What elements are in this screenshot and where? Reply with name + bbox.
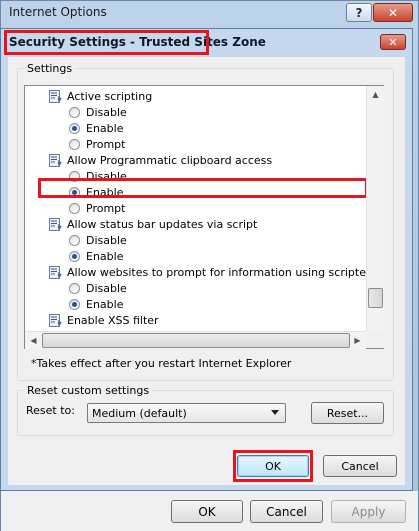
reset-group-label: Reset custom settings xyxy=(24,384,153,397)
settings-listbox[interactable]: Active scripting Disable Enable Prompt Allow… xyxy=(24,85,384,349)
setting-icon xyxy=(49,153,63,167)
setting-option[interactable]: Prompt xyxy=(69,136,125,152)
scroll-right-arrow-icon[interactable]: ▶ xyxy=(349,332,366,349)
setting-label: Enable xyxy=(86,297,124,311)
setting-label: Prompt xyxy=(86,201,126,215)
setting-option[interactable]: Disable xyxy=(69,104,127,120)
setting-label: Disable xyxy=(86,105,127,119)
setting-label: Active scripting xyxy=(67,89,153,103)
radio-unselected[interactable] xyxy=(69,106,80,118)
reset-to-label: Reset to: xyxy=(26,404,75,417)
scroll-up-arrow-icon[interactable]: ▲ xyxy=(367,86,384,103)
ok-highlight-box xyxy=(233,450,313,482)
title-highlight-box xyxy=(4,30,209,55)
settings-group-label: Settings xyxy=(24,62,76,75)
setting-label: Prompt xyxy=(86,137,126,151)
clipboard-enable-highlight-box xyxy=(38,178,368,198)
setting-icon xyxy=(49,265,63,279)
radio-unselected[interactable] xyxy=(69,202,80,214)
parent-close-button[interactable]: ✕ xyxy=(373,3,413,22)
parent-apply-button[interactable]: Apply xyxy=(331,500,406,523)
radio-selected[interactable] xyxy=(69,250,80,262)
scrollbar-corner xyxy=(366,331,383,348)
radio-selected[interactable] xyxy=(69,122,80,134)
setting-option[interactable]: Disable xyxy=(69,280,127,296)
parent-ok-button[interactable]: OK xyxy=(171,500,243,523)
vertical-scrollbar[interactable]: ▲ ▼ xyxy=(366,86,384,348)
help-button[interactable]: ? xyxy=(346,3,372,22)
reset-button[interactable]: Reset... xyxy=(311,402,384,424)
setting-icon xyxy=(49,313,63,327)
setting-label: Enable XSS filter xyxy=(67,313,159,327)
setting-label: Disable xyxy=(86,233,127,247)
setting-label: Allow websites to prompt for information… xyxy=(67,265,384,279)
radio-unselected[interactable] xyxy=(69,234,80,246)
dialog-close-button[interactable]: ✕ xyxy=(380,34,406,50)
radio-selected[interactable] xyxy=(69,298,80,310)
reset-level-dropdown[interactable]: Medium (default) xyxy=(87,403,286,423)
setting-category: Allow status bar updates via script xyxy=(49,216,257,232)
parent-cancel-button[interactable]: Cancel xyxy=(250,500,323,523)
vertical-scroll-thumb[interactable] xyxy=(368,288,383,308)
setting-label: Allow Programmatic clipboard access xyxy=(67,153,273,167)
setting-option[interactable]: Enable xyxy=(69,296,123,312)
setting-label: Allow status bar updates via script xyxy=(67,217,258,231)
setting-icon xyxy=(49,217,63,231)
setting-category: Active scripting xyxy=(49,88,152,104)
setting-option[interactable]: Disable xyxy=(69,232,127,248)
setting-icon xyxy=(49,89,63,103)
horizontal-scroll-thumb[interactable] xyxy=(42,333,350,348)
restart-note: *Takes effect after you restart Internet… xyxy=(31,357,292,370)
setting-label: Disable xyxy=(86,281,127,295)
dropdown-arrow-icon xyxy=(271,410,279,415)
radio-unselected[interactable] xyxy=(69,138,80,150)
horizontal-scrollbar[interactable]: ◀ ▶ xyxy=(25,331,366,349)
radio-unselected[interactable] xyxy=(69,282,80,294)
setting-option[interactable]: Enable xyxy=(69,120,123,136)
setting-category: Enable XSS filter xyxy=(49,312,159,328)
setting-category: Allow websites to prompt for information… xyxy=(49,264,384,280)
setting-label: Enable xyxy=(86,121,124,135)
reset-level-value: Medium (default) xyxy=(92,406,187,420)
setting-option[interactable]: Enable xyxy=(69,248,123,264)
setting-category: Allow Programmatic clipboard access xyxy=(49,152,272,168)
setting-option[interactable]: Prompt xyxy=(69,200,125,216)
scroll-left-arrow-icon[interactable]: ◀ xyxy=(25,332,42,349)
parent-window-title: Internet Options xyxy=(9,5,107,19)
cancel-button[interactable]: Cancel xyxy=(323,455,397,477)
setting-label: Enable xyxy=(86,249,124,263)
